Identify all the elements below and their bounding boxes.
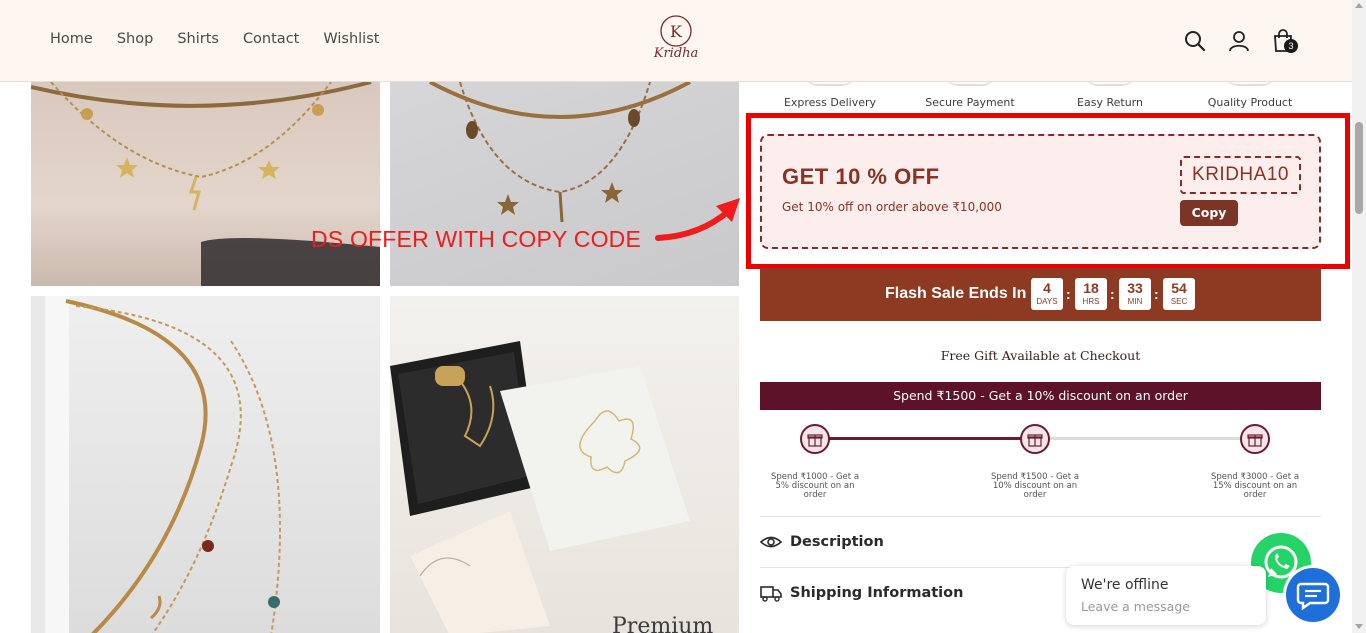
page-scrollbar[interactable]: [1352, 0, 1366, 633]
product-image-3[interactable]: [31, 296, 380, 633]
accordion-description-label: Description: [790, 534, 884, 550]
countdown-separator: :: [1154, 286, 1159, 302]
feature-quality-product: Quality Product: [1207, 96, 1293, 109]
tier-2-gift-icon: [1020, 424, 1050, 454]
offer-subtitle: Get 10% off on order above ₹10,000: [782, 200, 1002, 214]
necklace-illustration: [31, 82, 380, 286]
free-gift-notice: Free Gift Available at Checkout: [940, 348, 1141, 363]
main-nav: Home Shop Shirts Contact Wishlist: [50, 31, 379, 47]
nav-contact-link[interactable]: Contact: [243, 31, 299, 47]
countdown-minutes: 33 MIN: [1119, 278, 1151, 310]
countdown-separator: :: [1110, 286, 1115, 302]
nav-wishlist-link[interactable]: Wishlist: [323, 31, 379, 47]
site-header: Home Shop Shirts Contact Wishlist K Krid…: [0, 0, 1352, 82]
tier-3-label: Spend ₹3000 - Get a 15% discount on an o…: [1210, 472, 1300, 500]
tier-1-label: Spend ₹1000 - Get a 5% discount on an or…: [770, 472, 860, 500]
countdown-hours: 18 HRS: [1075, 278, 1107, 310]
annotation-arrow-icon: [655, 198, 740, 241]
tier-3-gift-icon: [1240, 424, 1270, 454]
countdown-seconds: 54 SEC: [1163, 278, 1195, 310]
nav-shop-link[interactable]: Shop: [117, 31, 153, 47]
logo-mark-icon: K: [660, 15, 692, 47]
logo-wordmark: Kridha: [653, 46, 699, 61]
product-page: Home Shop Shirts Contact Wishlist K Krid…: [0, 0, 1366, 633]
site-logo[interactable]: K Kridha: [648, 14, 704, 61]
necklace-illustration: [429, 82, 691, 223]
reward-progress-fill: [815, 437, 1035, 440]
chat-offline-title: We're offline: [1081, 577, 1169, 593]
product-image-1[interactable]: [31, 82, 380, 286]
spend-banner: Spend ₹1500 - Get a 10% discount on an o…: [760, 382, 1321, 410]
scrollbar-thumb[interactable]: [1355, 122, 1363, 214]
eye-icon: [760, 536, 782, 548]
countdown-separator: :: [1066, 286, 1071, 302]
accordion-shipping-label: Shipping Information: [790, 585, 964, 601]
annotation-label: DS OFFER WITH COPY CODE: [311, 226, 642, 252]
copy-code-button[interactable]: Copy: [1180, 200, 1238, 226]
tier-1-gift-icon: [800, 424, 830, 454]
necklace-illustration: [31, 296, 281, 633]
chat-bubble-icon: [1296, 582, 1330, 611]
account-icon[interactable]: [1226, 28, 1252, 54]
live-chat-button[interactable]: [1286, 568, 1340, 622]
nav-shirts-link[interactable]: Shirts: [177, 31, 219, 47]
countdown-days: 4 DAYS: [1031, 278, 1063, 310]
nav-home-link[interactable]: Home: [50, 31, 93, 47]
flash-sale-label: Flash Sale Ends In: [885, 285, 1027, 302]
feature-secure-payment: Secure Payment: [925, 96, 1015, 109]
flash-sale-banner: Flash Sale Ends In 4 DAYS : 18 HRS : 33 MIN…: [760, 268, 1321, 321]
scroll-up-arrow-icon[interactable]: [1355, 3, 1363, 8]
coupon-code: KRIDHA10: [1180, 156, 1301, 194]
cart-count-badge: 3: [1284, 39, 1298, 53]
feature-easy-return: Easy Return: [1077, 96, 1143, 109]
offer-card: GET 10 % OFF Get 10% off on order above …: [760, 134, 1321, 249]
scroll-down-arrow-icon[interactable]: [1355, 624, 1363, 629]
accordion-description[interactable]: Description: [760, 516, 1321, 567]
chat-offline-popup[interactable]: We're offline Leave a message: [1066, 566, 1266, 625]
feature-express-delivery: Express Delivery: [783, 96, 877, 109]
chat-offline-subtitle: Leave a message: [1081, 599, 1190, 614]
gift-box-illustration: [390, 341, 690, 633]
truck-icon: [760, 586, 782, 602]
product-image-2[interactable]: [390, 82, 739, 286]
tier-2-label: Spend ₹1500 - Get a 10% discount on an o…: [990, 472, 1080, 500]
product-image-4[interactable]: Premium: [390, 296, 739, 633]
search-icon[interactable]: [1182, 28, 1208, 54]
premium-caption: Premium: [612, 614, 714, 633]
feature-strip: Express Delivery Secure Payment Easy Ret…: [760, 82, 1321, 112]
svg-text:K: K: [670, 22, 683, 41]
offer-title: GET 10 % OFF: [782, 164, 940, 189]
